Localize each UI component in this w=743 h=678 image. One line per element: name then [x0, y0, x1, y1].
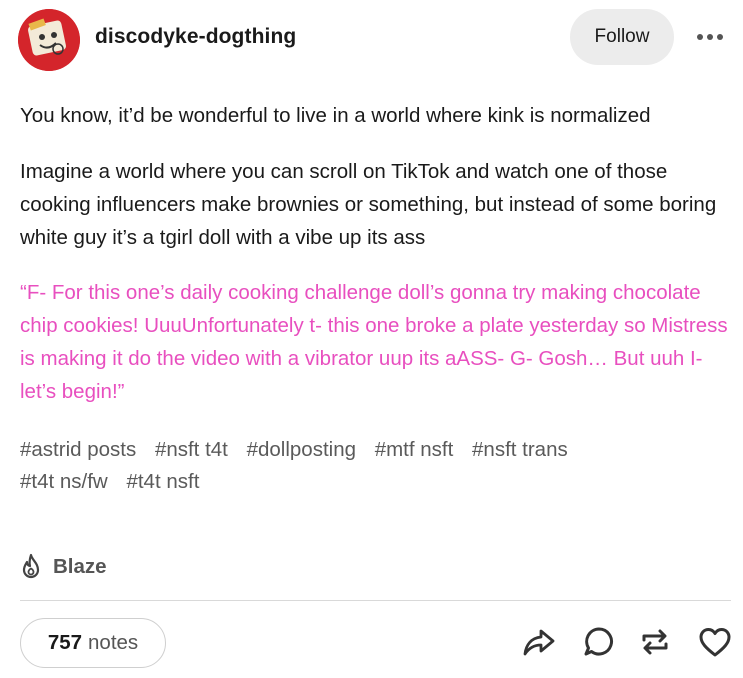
blaze-button[interactable]: Blaze	[18, 552, 107, 582]
tag-link[interactable]: #astrid posts	[20, 434, 136, 466]
reblog-icon[interactable]	[637, 624, 673, 660]
more-options-icon[interactable]	[692, 22, 728, 52]
tag-link[interactable]: #dollposting	[247, 434, 356, 466]
notes-label: notes	[88, 631, 139, 654]
post-quote: “F- For this one’s daily cooking challen…	[20, 281, 728, 403]
heart-icon[interactable]	[697, 624, 733, 660]
avatar-icon[interactable]	[18, 9, 80, 71]
blog-name-link[interactable]: discodyke-dogthing	[95, 25, 296, 49]
tag-link[interactable]: #mtf nsft	[375, 434, 454, 466]
post-paragraph: Imagine a world where you can scroll on …	[20, 160, 717, 249]
post-paragraph: You know, it’d be wonderful to live in a…	[20, 104, 651, 127]
notes-count: 757	[47, 631, 83, 654]
tag-link[interactable]: #nsft t4t	[155, 434, 228, 466]
share-icon[interactable]	[521, 624, 557, 660]
blaze-label: Blaze	[53, 555, 107, 578]
flame-icon	[18, 553, 44, 581]
tag-link[interactable]: #t4t nsft	[126, 466, 199, 498]
post-header: discodyke-dogthing Follow	[18, 8, 729, 71]
footer-divider	[20, 600, 731, 601]
reply-icon[interactable]	[581, 624, 617, 660]
tag-link[interactable]: #nsft trans	[472, 434, 568, 466]
notes-button[interactable]: 757 notes	[20, 618, 166, 668]
tag-link[interactable]: #t4t ns/fw	[20, 466, 108, 498]
tag-list: #astrid posts #nsft t4t #dollposting #mt…	[20, 434, 680, 498]
follow-button[interactable]: Follow	[570, 9, 674, 65]
